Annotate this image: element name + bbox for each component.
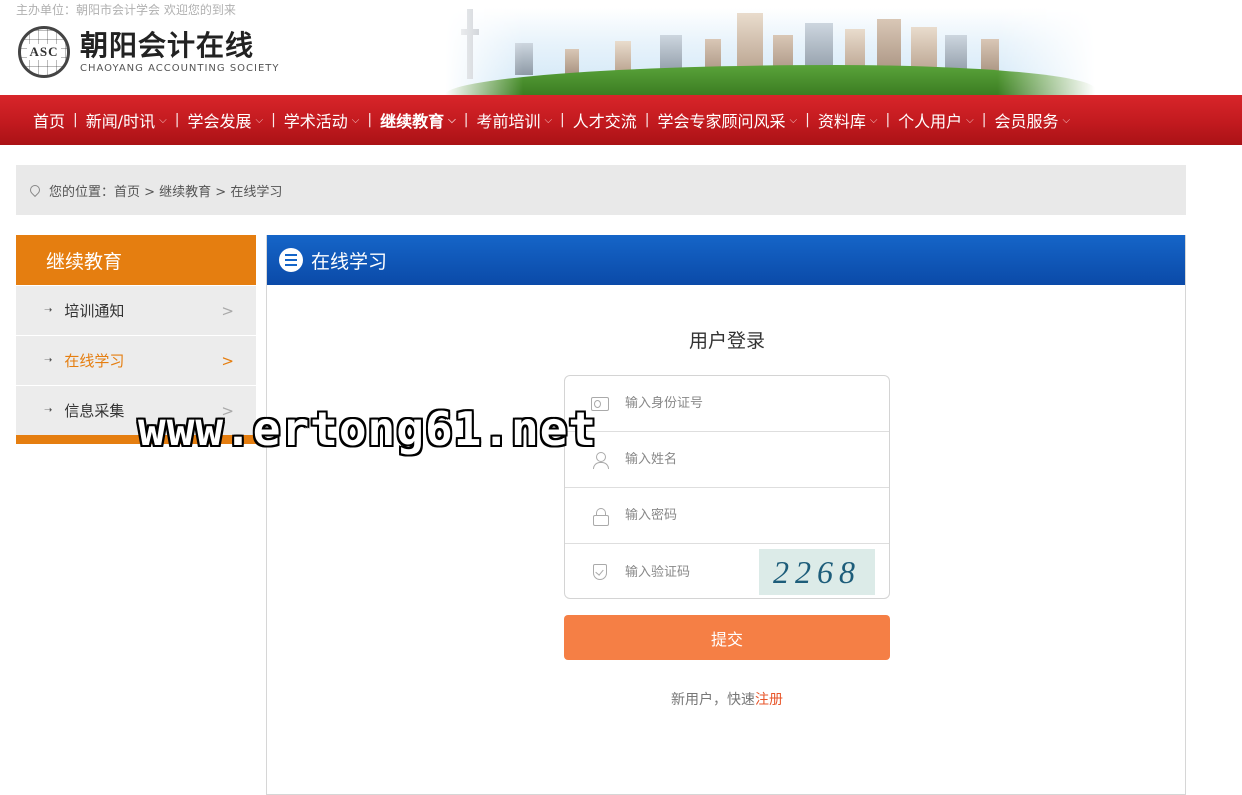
sidebar-item-online-learning[interactable]: ➝ 在线学习 > — [16, 335, 256, 385]
watermark-text: www.ertong61.net — [138, 402, 598, 456]
nav-separator: | — [73, 112, 78, 128]
chevron-down-icon: ⌵ — [1062, 114, 1071, 126]
nav-item[interactable]: 考前培训 ⌵ — [476, 108, 552, 132]
name-row — [565, 432, 889, 488]
login-form: 2268 — [564, 375, 890, 599]
nav-item-label: 首页 — [33, 112, 66, 131]
sidebar-title: 继续教育 — [16, 235, 256, 285]
nav-separator: | — [174, 112, 180, 128]
nav-item-label: 资料库 — [817, 112, 866, 131]
panel-header: 在线学习 — [267, 235, 1185, 285]
location-pin-icon — [27, 182, 43, 198]
nav-separator: | — [981, 112, 987, 128]
captcha-image[interactable]: 2268 — [759, 549, 875, 595]
nav-item[interactable]: 资料库 ⌵ — [818, 108, 878, 132]
lock-icon — [591, 507, 609, 526]
chevron-right-icon: > — [221, 301, 234, 320]
nav-item[interactable]: 会员服务 ⌵ — [994, 108, 1070, 132]
chevron-down-icon: ⌵ — [159, 114, 167, 126]
captcha-input[interactable] — [625, 564, 765, 580]
nav-separator: | — [644, 112, 650, 128]
nav-item[interactable]: 首页 — [33, 108, 65, 132]
nav-item[interactable]: 学会专家顾问风采 ⌵ — [658, 108, 798, 132]
globe-logo-icon: ASC — [18, 26, 70, 78]
site-header: 主办单位：朝阳市会计学会 欢迎您的到来 ASC 朝阳会计在线 CHAOYANG … — [0, 0, 1242, 95]
bullet-arrow-icon: ➝ — [44, 355, 53, 366]
chevron-down-icon: ⌵ — [789, 114, 798, 126]
header-banner-image — [445, 8, 1095, 95]
nav-separator: | — [805, 112, 810, 128]
id-number-row — [565, 376, 889, 432]
nav-item-label: 人才交流 — [572, 112, 637, 131]
signup-prompt: 新用户，快速注册 — [267, 689, 1187, 709]
logo-name-cn: 朝阳会计在线 — [80, 28, 255, 62]
chevron-down-icon: ⌵ — [966, 114, 974, 126]
nav-item-label: 新闻/时讯 — [85, 112, 156, 131]
nav-item-label: 个人用户 — [898, 112, 963, 131]
nav-separator: | — [271, 112, 276, 128]
captcha-row: 2268 — [565, 544, 889, 600]
content-panel: 在线学习 用户登录 2268 提交 新用户，快速注册 — [266, 235, 1186, 795]
nav-item[interactable]: 新闻/时讯 ⌵ — [86, 108, 167, 132]
nav-item[interactable]: 个人用户 ⌵ — [898, 108, 974, 132]
logo-badge: ASC — [27, 44, 61, 60]
signup-prefix: 新用户，快速 — [671, 692, 755, 708]
chevron-down-icon: ⌵ — [544, 114, 553, 126]
panel-title: 在线学习 — [311, 250, 388, 273]
bullet-arrow-icon: ➝ — [44, 405, 53, 416]
nav-separator: | — [560, 112, 565, 128]
sidebar-item-label: 培训通知 — [64, 302, 125, 320]
list-icon — [279, 248, 303, 272]
nav-item-label: 学术活动 — [283, 112, 348, 131]
chevron-right-icon: > — [221, 351, 234, 370]
nav-item-label: 学会专家顾问风采 — [657, 112, 786, 131]
chevron-down-icon: ⌵ — [255, 114, 264, 126]
nav-item-label: 继续教育 — [380, 112, 445, 131]
host-line: 主办单位：朝阳市会计学会 欢迎您的到来 — [16, 3, 236, 17]
password-row — [565, 488, 889, 544]
breadcrumb-text: 您的位置：首页 > 继续教育 > 在线学习 — [49, 184, 283, 200]
bullet-arrow-icon: ➝ — [44, 305, 53, 316]
site-logo[interactable]: ASC 朝阳会计在线 CHAOYANG ACCOUNTING SOCIETY — [18, 26, 280, 78]
nav-separator: | — [885, 112, 891, 128]
nav-item[interactable]: 学术活动 ⌵ — [284, 108, 360, 132]
nav-item[interactable]: 继续教育 ⌵ — [380, 108, 456, 132]
nav-item-label: 考前培训 — [476, 112, 541, 131]
nav-item[interactable]: 人才交流 — [573, 108, 637, 132]
logo-name-en: CHAOYANG ACCOUNTING SOCIETY — [80, 62, 280, 74]
nav-item-label: 会员服务 — [994, 112, 1059, 131]
breadcrumb: 您的位置：首页 > 继续教育 > 在线学习 — [16, 165, 1186, 215]
name-input[interactable] — [625, 452, 765, 467]
login-title: 用户登录 — [688, 330, 765, 352]
sidebar-item-label: 信息采集 — [64, 402, 125, 420]
nav-separator: | — [463, 112, 469, 128]
main-nav: 首页 | 新闻/时讯 ⌵ | 学会发展 ⌵ | 学术活动 ⌵ | 继续教育 ⌵ | 考前培训 ⌵ | 人才交流 | 学… — [0, 95, 1242, 145]
nav-item[interactable]: 学会发展 ⌵ — [187, 108, 263, 132]
chevron-down-icon: ⌵ — [351, 114, 360, 126]
nav-item-label: 学会发展 — [187, 112, 252, 131]
password-input[interactable] — [625, 508, 765, 523]
chevron-down-icon: ⌵ — [869, 114, 878, 126]
register-link[interactable]: 注册 — [755, 692, 783, 708]
sidebar-item-label: 在线学习 — [64, 352, 125, 370]
sidebar-item-training-notice[interactable]: ➝ 培训通知 > — [16, 285, 256, 335]
chevron-down-icon: ⌵ — [448, 114, 456, 126]
nav-separator: | — [367, 112, 373, 128]
id-number-input[interactable] — [625, 396, 765, 411]
shield-icon — [591, 563, 609, 581]
submit-button[interactable]: 提交 — [564, 615, 890, 660]
